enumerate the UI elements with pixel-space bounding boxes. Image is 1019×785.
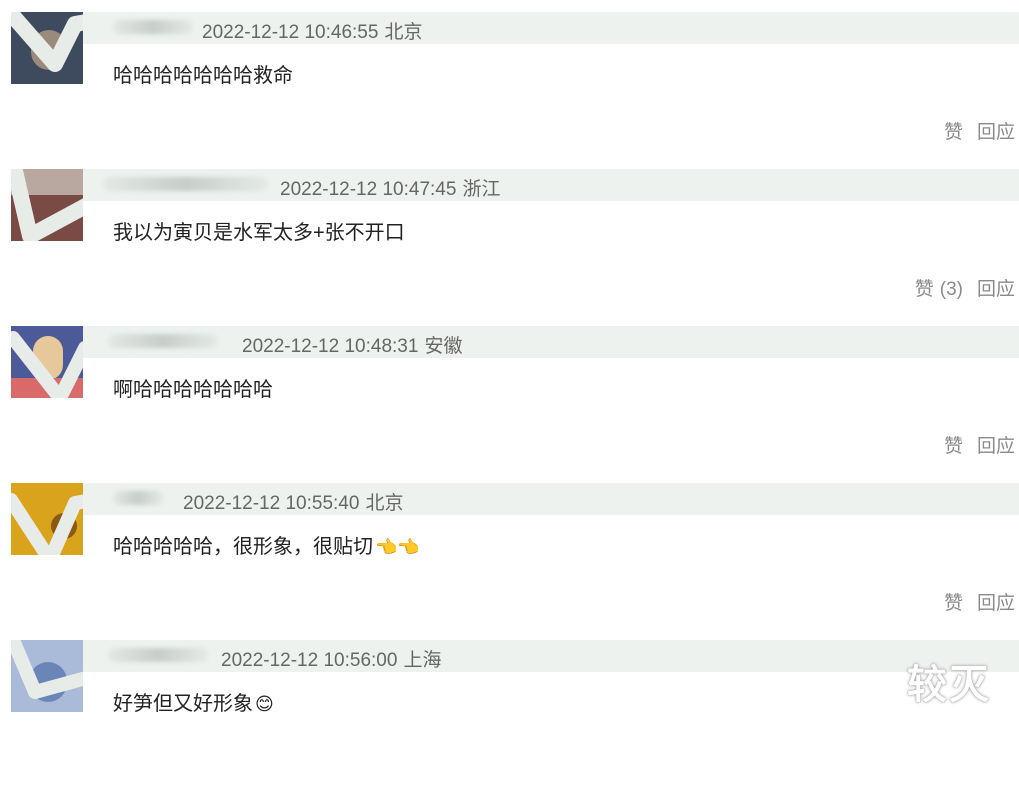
comment-time: 2022-12-12 10:46:55	[202, 22, 379, 43]
comment-text: 好笋但又好形象 😊	[113, 687, 274, 716]
avatar[interactable]	[11, 12, 83, 84]
comment-item: 2022-12-12 10:46:55 北京 哈哈哈哈哈哈哈救命 赞回应	[0, 0, 1019, 157]
comment-location: 上海	[403, 650, 442, 671]
comment-header: 2022-12-12 10:47:45 浙江	[83, 169, 1019, 201]
avatar[interactable]	[11, 640, 83, 712]
comment-text-body: 哈哈哈哈哈哈哈救命	[113, 65, 293, 87]
comment-time: 2022-12-12 10:48:31	[242, 336, 419, 357]
comment-meta: 2022-12-12 10:47:45 浙江	[280, 174, 500, 201]
comment-actions: 赞回应	[930, 588, 1015, 615]
comment-meta: 2022-12-12 10:48:31 安徽	[242, 331, 462, 358]
comment-item: 2022-12-12 10:47:45 浙江 我以为寅贝是水军太多+张不开口 赞(…	[0, 157, 1019, 314]
comment-location: 北京	[384, 22, 423, 43]
comment-text: 啊哈哈哈哈哈哈哈	[113, 373, 273, 402]
username-blurred[interactable]	[113, 20, 193, 34]
comment-location: 浙江	[462, 179, 501, 200]
comment-time: 2022-12-12 10:47:45	[280, 179, 457, 200]
reply-button[interactable]: 回应	[977, 122, 1015, 143]
comment-actions: 赞回应	[930, 117, 1015, 144]
comment-text-body: 啊哈哈哈哈哈哈哈	[113, 379, 273, 401]
scribble-icon	[11, 640, 83, 699]
username-blurred[interactable]	[108, 334, 218, 348]
comment-item: 2022-12-12 10:48:31 安徽 啊哈哈哈哈哈哈哈 赞回应	[0, 314, 1019, 471]
comment-meta: 2022-12-12 10:56:00 上海	[221, 645, 441, 672]
comment-location: 北京	[365, 493, 404, 514]
comment-item: 2022-12-12 10:56:00 上海 好笋但又好形象 😊	[0, 628, 1019, 785]
comment-text-body: 哈哈哈哈哈，很形象，很贴切	[113, 536, 373, 558]
comment-text: 我以为寅贝是水军太多+张不开口	[113, 216, 405, 245]
smile-emoji-icon: 😊	[255, 694, 274, 714]
comment-location: 安徽	[424, 336, 463, 357]
scribble-icon	[11, 12, 83, 72]
username-blurred[interactable]	[108, 648, 208, 662]
scribble-icon	[11, 493, 83, 555]
comment-meta: 2022-12-12 10:46:55 北京	[202, 17, 422, 44]
reply-button[interactable]: 回应	[977, 593, 1015, 614]
reply-button[interactable]: 回应	[977, 279, 1015, 300]
scribble-icon	[11, 169, 83, 241]
like-button[interactable]: 赞	[944, 436, 963, 457]
like-label: 赞	[914, 279, 934, 300]
comment-text: 哈哈哈哈哈哈哈救命	[113, 59, 293, 88]
avatar[interactable]	[11, 483, 83, 555]
pointing-left-emoji-icon: 👈👈	[375, 537, 420, 557]
watermark-text: 较灭	[907, 663, 991, 707]
comment-actions: 赞回应	[930, 431, 1015, 458]
comment-actions: 赞 (3) 回应	[887, 274, 1015, 301]
comment-header: 2022-12-12 10:48:31 安徽	[83, 326, 1019, 358]
comment-text-body: 我以为寅贝是水军太多+张不开口	[113, 222, 405, 244]
avatar[interactable]	[11, 169, 83, 241]
like-button[interactable]: 赞	[944, 122, 963, 143]
comment-text-body: 好笋但又好形象	[113, 693, 253, 715]
comment-header: 2022-12-12 10:46:55 北京	[83, 12, 1019, 44]
scribble-icon	[11, 331, 83, 398]
comment-text: 哈哈哈哈哈，很形象，很贴切 👈👈	[113, 530, 420, 559]
comment-header: 2022-12-12 10:56:00 上海	[83, 640, 1019, 672]
like-count: (3)	[939, 279, 963, 300]
comment-header: 2022-12-12 10:55:40 北京	[83, 483, 1019, 515]
comment-time: 2022-12-12 10:56:00	[221, 650, 398, 671]
reply-button[interactable]: 回应	[977, 436, 1015, 457]
comment-meta: 2022-12-12 10:55:40 北京	[183, 488, 403, 515]
avatar[interactable]	[11, 326, 83, 398]
comment-item: 2022-12-12 10:55:40 北京 哈哈哈哈哈，很形象，很贴切 👈👈 赞回…	[0, 471, 1019, 628]
username-blurred[interactable]	[113, 491, 163, 505]
comment-time: 2022-12-12 10:55:40	[183, 493, 360, 514]
like-button[interactable]: 赞	[944, 593, 963, 614]
like-button[interactable]: 赞 (3)	[901, 279, 963, 300]
username-blurred[interactable]	[103, 177, 268, 191]
